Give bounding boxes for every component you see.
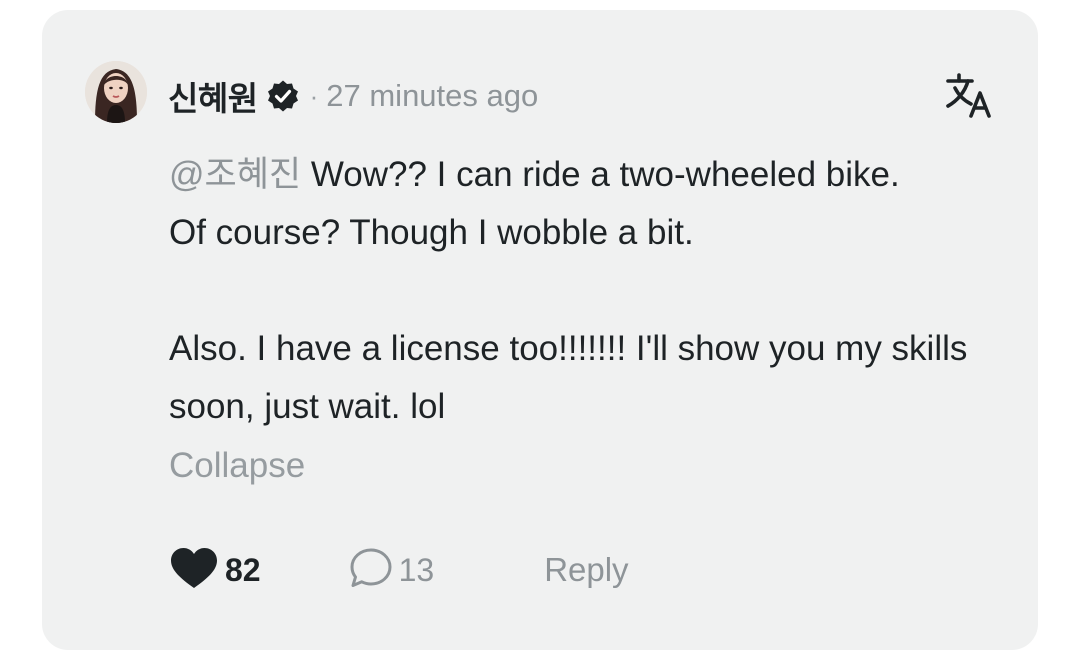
comment-line-1: @조혜진 Wow?? I can ride a two-wheeled bike… <box>169 146 1009 204</box>
comment-bubble-icon <box>349 547 393 594</box>
reply-button[interactable]: Reply <box>544 551 628 589</box>
verified-badge-icon <box>266 79 300 113</box>
translate-icon[interactable] <box>944 72 994 120</box>
comment-header: 신혜원 · 27 minutes ago <box>168 72 538 120</box>
author-avatar[interactable] <box>85 61 147 123</box>
like-button[interactable]: 82 <box>170 547 261 594</box>
comment-button[interactable]: 13 <box>349 547 435 594</box>
like-count: 82 <box>225 551 261 588</box>
collapse-button[interactable]: Collapse <box>169 440 305 492</box>
comment-actions: 82 13 Reply <box>170 543 629 597</box>
comment-paragraph-2: Also. I have a license too!!!!!!! I'll s… <box>169 329 968 426</box>
paragraph-break <box>169 262 1009 320</box>
avatar-image <box>85 61 147 123</box>
meta-separator: · <box>309 80 319 111</box>
comment-text-2: Of course? Though I wobble a bit. <box>169 213 694 252</box>
author-name[interactable]: 신혜원 <box>168 72 258 120</box>
comment-timestamp: 27 minutes ago <box>326 78 539 113</box>
mention-link[interactable]: @조혜진 <box>169 155 301 194</box>
comment-text-1: Wow?? I can ride a two-wheeled bike. <box>301 155 900 194</box>
reply-label: Reply <box>544 551 629 588</box>
heart-icon <box>170 547 218 594</box>
comment-body: @조혜진 Wow?? I can ride a two-wheeled bike… <box>169 146 1009 436</box>
comment-count: 13 <box>398 551 435 588</box>
